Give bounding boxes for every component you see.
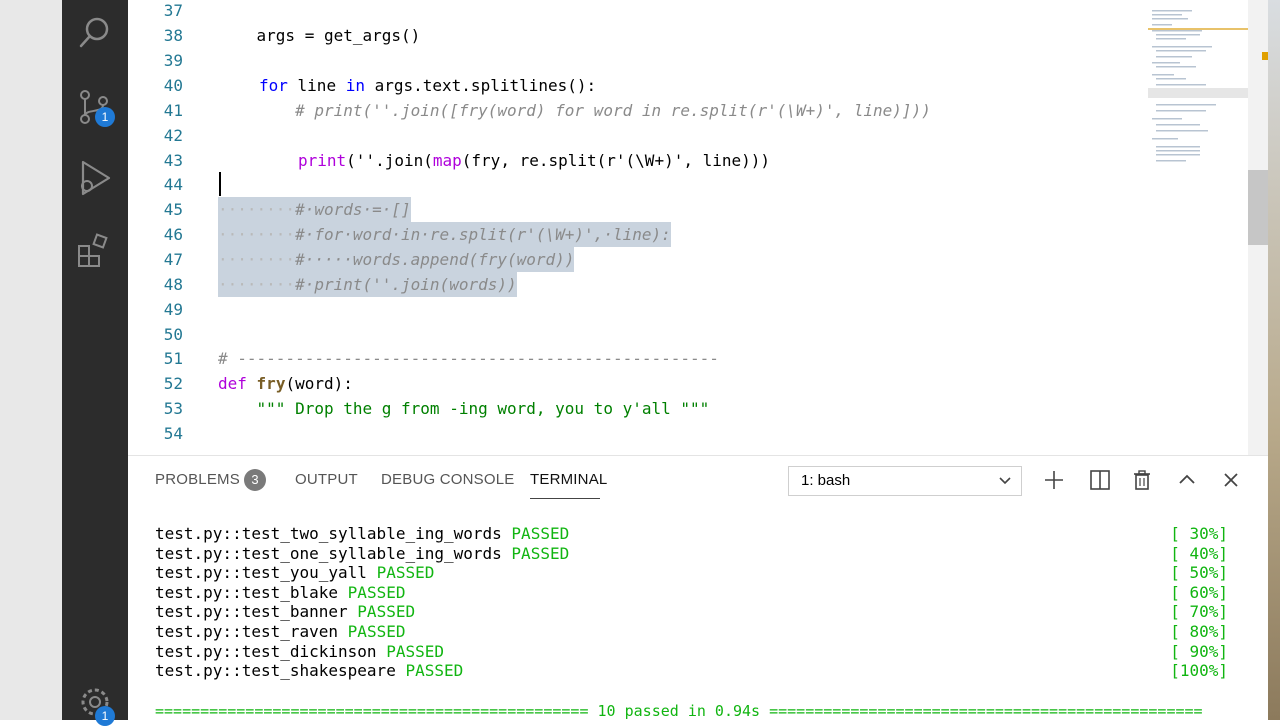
test-progress: [ 90%]	[1170, 642, 1228, 661]
terminal-select-value: 1: bash	[801, 472, 851, 489]
activity-bar: 1 1	[62, 0, 128, 726]
test-result-line: test.py::test_dickinson PASSED	[155, 642, 444, 661]
problems-count-badge: 3	[244, 469, 266, 491]
extensions-icon[interactable]	[75, 230, 115, 270]
scm-badge: 1	[95, 107, 115, 127]
run-debug-icon[interactable]	[75, 158, 115, 198]
test-result-line: test.py::test_one_syllable_ing_words PAS…	[155, 544, 570, 563]
test-result-line: test.py::test_shakespeare PASSED	[155, 661, 464, 680]
minimap[interactable]	[1148, 0, 1248, 455]
search-icon[interactable]	[75, 13, 115, 53]
code-line-selected: 47 ········#·····words.append(fry(word))	[128, 247, 1248, 272]
code-editor[interactable]: 37 38 args = get_args() 39 40 for line in…	[128, 0, 1248, 455]
bottom-panel: PROBLEMS 3 OUTPUT DEBUG CONSOLE TERMINAL…	[128, 455, 1268, 721]
test-progress: [ 80%]	[1170, 622, 1228, 641]
test-result-line: test.py::test_blake PASSED	[155, 583, 406, 602]
code-line: 44	[128, 172, 1248, 197]
tab-problems[interactable]: PROBLEMS	[155, 471, 240, 488]
code-line: 42	[163, 126, 183, 145]
test-progress: [ 60%]	[1170, 583, 1228, 602]
tab-output[interactable]: OUTPUT	[295, 471, 358, 488]
code-line: 41 # print(''.join([fry(word) for word i…	[163, 101, 931, 120]
new-terminal-plus-icon[interactable]	[1042, 468, 1066, 492]
close-icon[interactable]	[1219, 468, 1243, 492]
source-control-icon[interactable]: 1	[75, 87, 115, 127]
terminal-select[interactable]: 1: bash	[788, 466, 1022, 496]
trash-icon[interactable]	[1130, 468, 1154, 492]
code-line-selected: 46 ········#·for·word·in·re.split(r'(\W+)…	[128, 222, 1248, 247]
chevron-up-icon[interactable]	[1175, 468, 1199, 492]
code-line: 40 for line in args.text.splitlines():	[163, 76, 597, 95]
code-line: 39	[163, 51, 183, 70]
code-line-selected: 48 ········#·print(''.join(words))	[128, 272, 1248, 297]
code-line-selected: 45 ········#·words·=·[]	[128, 197, 1248, 222]
editor-scrollbar[interactable]	[1248, 0, 1268, 455]
code-line: 50	[163, 325, 183, 344]
settings-badge: 1	[95, 706, 115, 726]
test-result-line: test.py::test_you_yall PASSED	[155, 563, 435, 582]
scrollbar-thumb[interactable]	[1248, 170, 1268, 245]
test-summary: ========================================…	[155, 702, 1203, 720]
code-line: 43 print(''.join(map(fry, re.split(r'(\W+…	[163, 151, 771, 170]
code-line: 37	[163, 1, 183, 20]
tab-debug-console[interactable]: DEBUG CONSOLE	[381, 471, 514, 488]
active-tab-indicator	[530, 498, 600, 499]
settings-gear-icon[interactable]: 1	[75, 680, 115, 726]
test-result-line: test.py::test_banner PASSED	[155, 602, 416, 621]
test-progress: [100%]	[1170, 661, 1228, 680]
split-terminal-icon[interactable]	[1088, 468, 1112, 492]
chevron-down-icon	[997, 467, 1013, 505]
test-progress: [ 50%]	[1170, 563, 1228, 582]
test-result-line: test.py::test_raven PASSED	[155, 622, 406, 641]
tab-terminal[interactable]: TERMINAL	[530, 471, 607, 488]
code-line: 54	[163, 424, 183, 443]
test-progress: [ 40%]	[1170, 544, 1228, 563]
code-line: 52 def fry(word):	[163, 374, 353, 393]
test-progress: [ 70%]	[1170, 602, 1228, 621]
code-line: 51 # ------------------------------------…	[163, 349, 719, 368]
code-line: 53 """ Drop the g from -ing word, you to…	[163, 399, 710, 418]
text-cursor	[219, 172, 221, 196]
test-result-line: test.py::test_two_syllable_ing_words PAS…	[155, 524, 570, 543]
code-line: 49	[163, 300, 183, 319]
desktop-background	[1268, 0, 1280, 720]
code-line: 38 args = get_args()	[163, 26, 421, 45]
window-left-edge	[0, 0, 62, 720]
test-progress: [ 30%]	[1170, 524, 1228, 543]
